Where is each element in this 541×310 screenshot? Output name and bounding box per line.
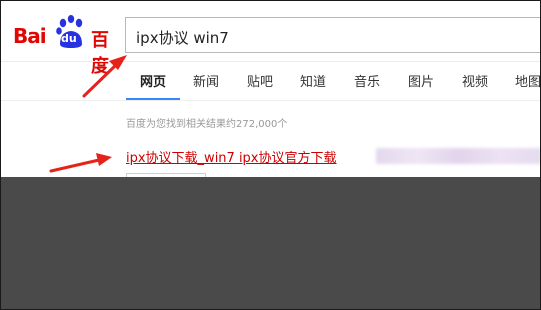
dark-overlay: [1, 177, 540, 309]
logo-latin-text: Bai: [13, 24, 47, 48]
logo-chinese-text: 百度: [91, 30, 109, 77]
tab-zhidao[interactable]: 知道: [300, 71, 326, 90]
tab-tieba[interactable]: 贴吧: [247, 71, 273, 90]
tab-images[interactable]: 图片: [408, 71, 434, 90]
header-divider: [1, 61, 540, 62]
screenshot-frame: Bai du 百度 网页 新闻 贴吧 知道 音乐 图片 视频 地图 百度为您找到…: [0, 0, 541, 310]
tab-web[interactable]: 网页: [140, 71, 166, 90]
baidu-results-page: Bai du 百度 网页 新闻 贴吧 知道 音乐 图片 视频 地图 百度为您找到…: [1, 1, 540, 179]
redacted-text: [376, 148, 540, 164]
result-link[interactable]: ipx协议下载_win7 ipx协议官方下载: [126, 147, 337, 166]
search-input[interactable]: [134, 25, 538, 49]
tab-news[interactable]: 新闻: [193, 71, 219, 90]
tab-video[interactable]: 视频: [462, 71, 488, 90]
tab-map[interactable]: 地图: [515, 71, 540, 90]
search-box[interactable]: [125, 17, 540, 53]
baidu-logo[interactable]: Bai du 百度: [13, 14, 119, 77]
logo-paw-text: du: [61, 32, 77, 45]
result-count: 百度为您找到相关结果约272,000个: [126, 119, 288, 130]
tab-music[interactable]: 音乐: [354, 71, 380, 90]
tabs-divider: [1, 100, 540, 101]
